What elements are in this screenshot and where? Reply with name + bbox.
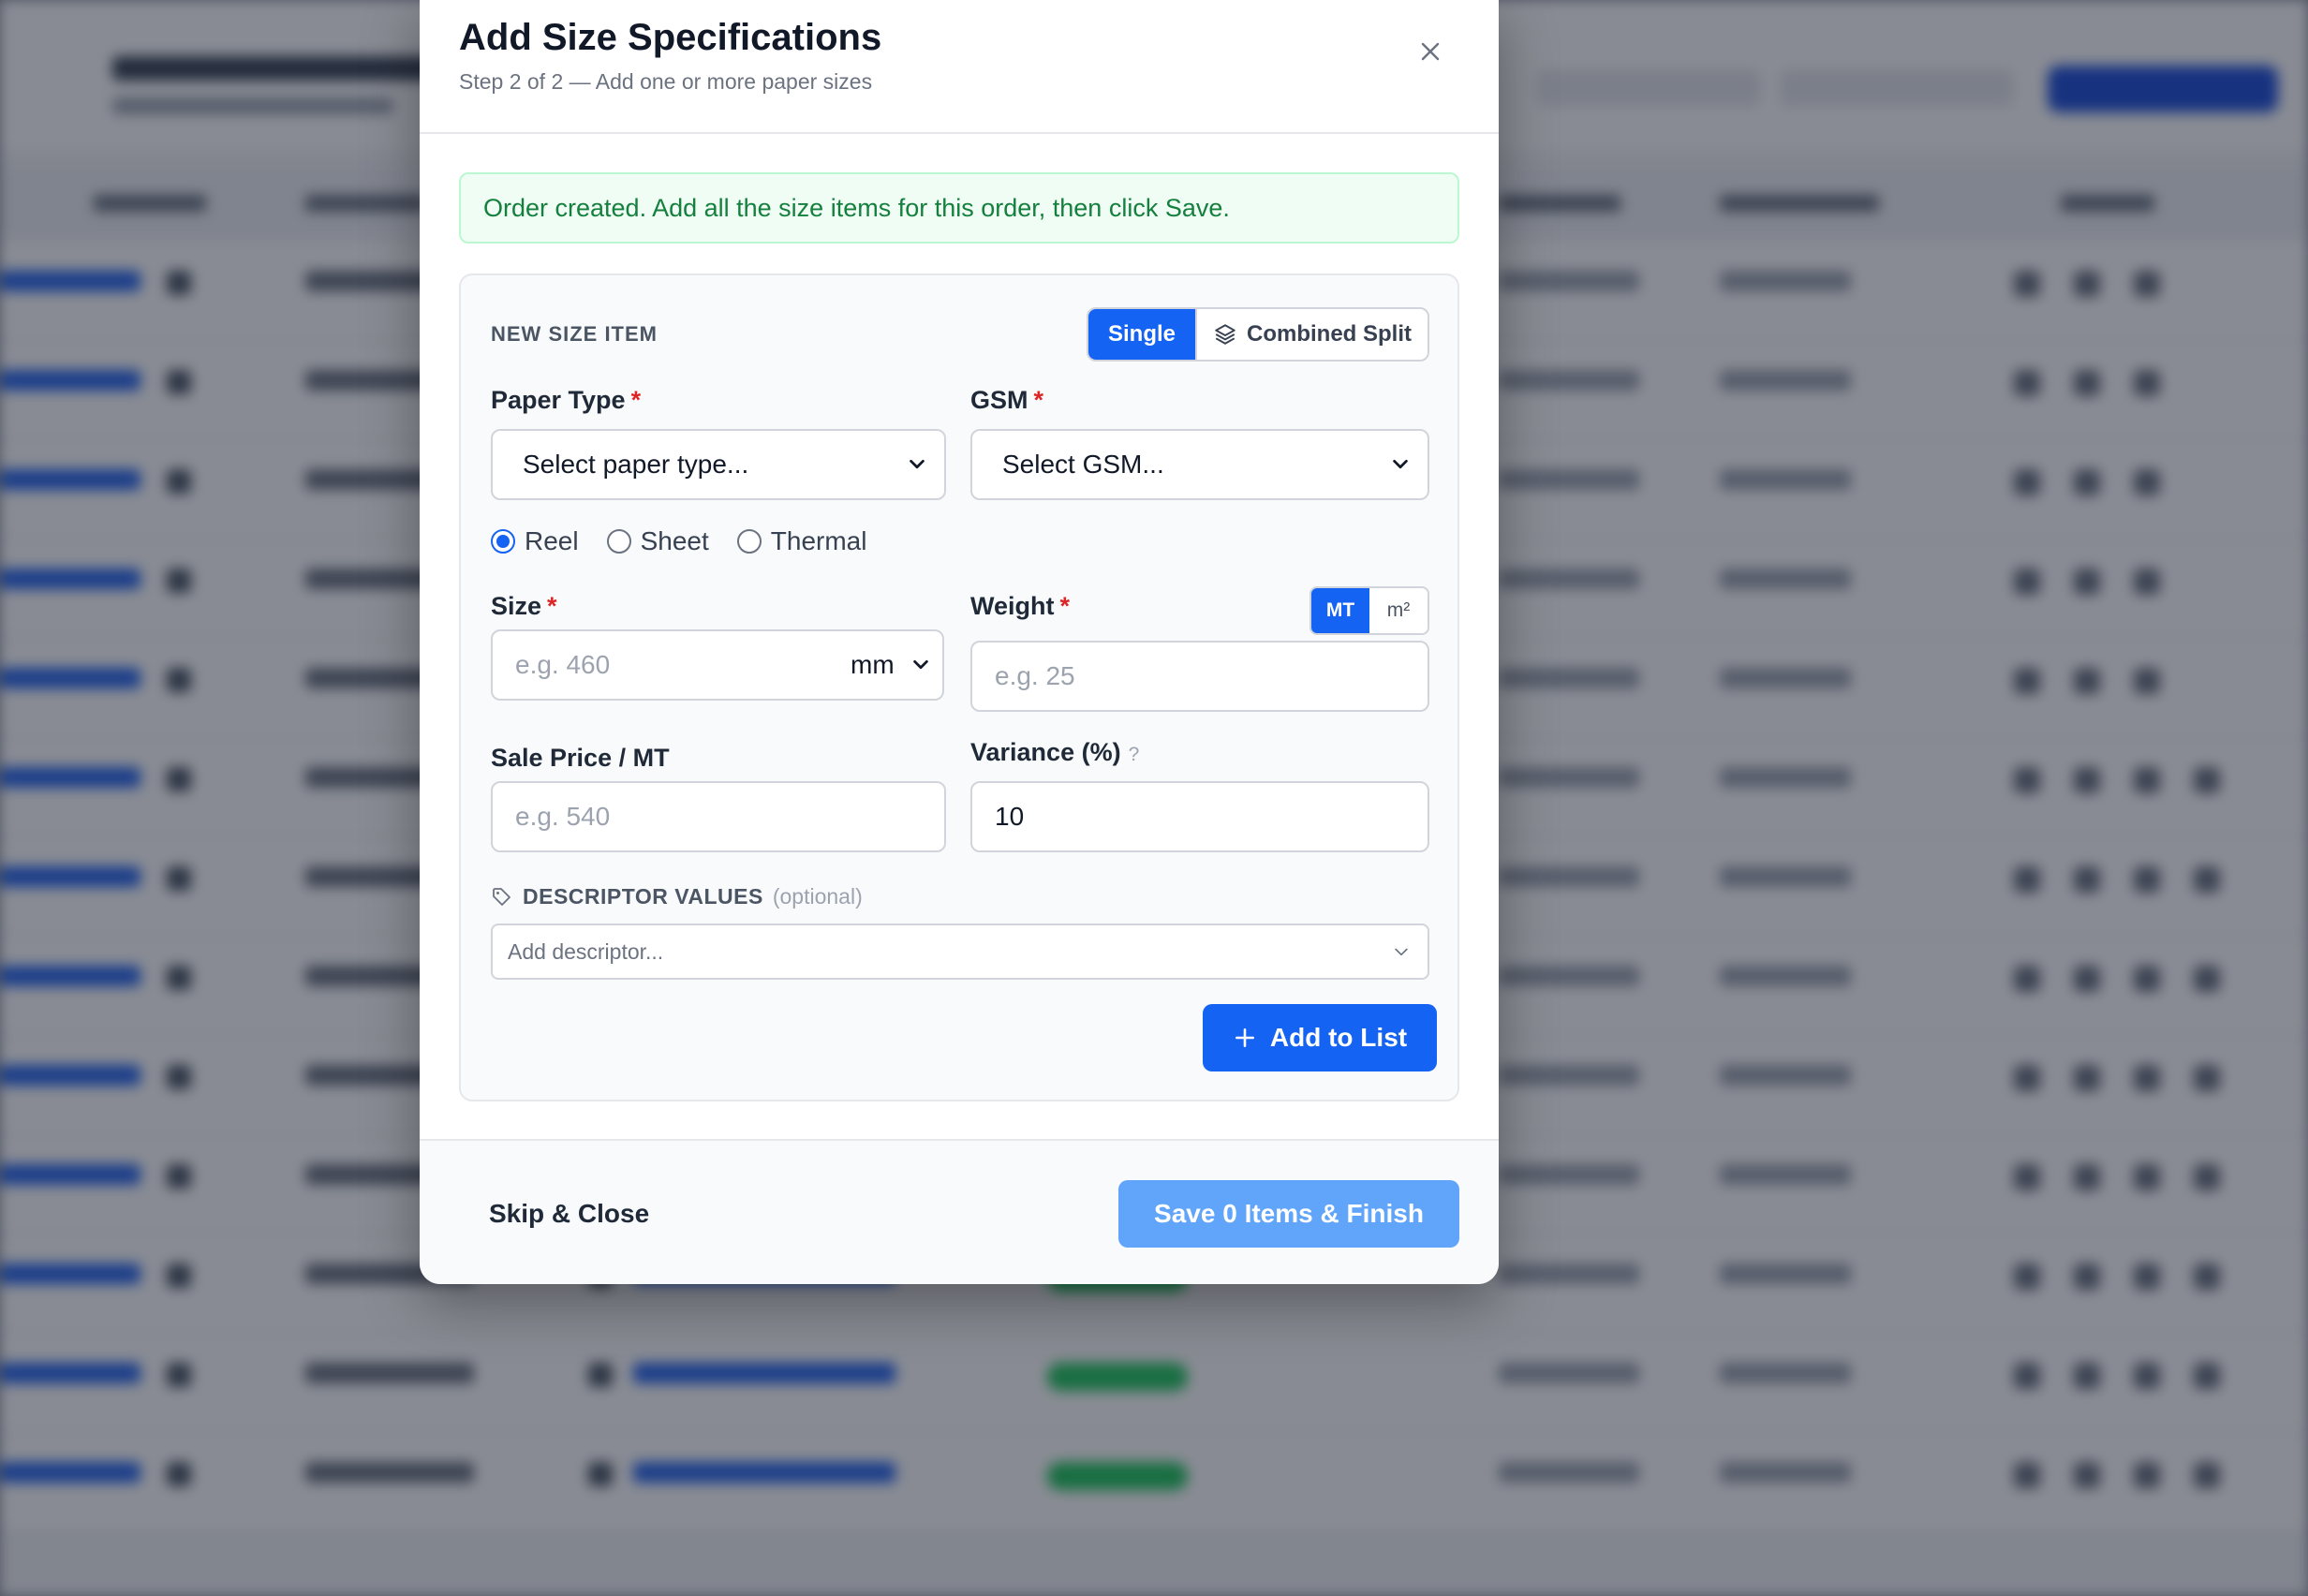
size-unit-value: mm (851, 650, 895, 679)
size-input-placeholder: e.g. 460 (515, 650, 611, 679)
gsm-select[interactable]: Select GSM... (970, 429, 1429, 500)
chevron-down-icon (913, 659, 928, 670)
dialog-title: Add Size Specifications (459, 17, 882, 58)
radio-thermal[interactable]: Thermal (736, 526, 867, 556)
size-label: Size * (491, 592, 557, 621)
paper-type-select-value: Select paper type... (523, 450, 749, 479)
chevron-down-icon (910, 459, 925, 469)
gsm-label-text: GSM (970, 386, 1028, 414)
variance-input[interactable]: 10 (970, 781, 1429, 852)
save-finish-button[interactable]: Save 0 Items & Finish (1118, 1180, 1459, 1248)
new-size-item-card: NEW SIZE ITEM Single Combined Split Pape… (459, 273, 1459, 1101)
plus-icon (1235, 1028, 1254, 1047)
size-label-text: Size (491, 592, 542, 620)
dialog-subtitle: Step 2 of 2 — Add one or more paper size… (459, 69, 873, 94)
weight-input[interactable]: e.g. 25 (970, 641, 1429, 712)
variance-label-text: Variance (%) (970, 738, 1121, 766)
required-marker: * (1059, 592, 1071, 620)
tag-icon (493, 887, 510, 906)
mode-combined-split-button[interactable]: Combined Split (1195, 309, 1428, 360)
descriptor-optional-text: (optional) (772, 884, 863, 909)
dialog-header: Add Size Specifications Step 2 of 2 — Ad… (420, 0, 1499, 134)
radio-reel-label: Reel (525, 526, 579, 555)
help-icon[interactable]: ? (1129, 744, 1140, 765)
weight-label: Weight * (970, 592, 1070, 621)
success-alert: Order created. Add all the size items fo… (459, 172, 1459, 244)
sale-price-input[interactable]: e.g. 540 (491, 781, 946, 852)
add-size-specifications-dialog: Add Size Specifications Step 2 of 2 — Ad… (420, 0, 1499, 1284)
close-icon (1421, 42, 1440, 61)
radio-thermal-label: Thermal (770, 526, 867, 555)
gsm-label: GSM * (970, 386, 1043, 415)
sale-price-label: Sale Price / MT (491, 744, 670, 772)
dialog-footer: Skip & Close Save 0 Items & Finish (420, 1139, 1499, 1284)
size-input[interactable]: e.g. 460 (491, 629, 830, 701)
descriptor-label-text: DESCRIPTOR VALUES (523, 884, 763, 909)
variance-input-value: 10 (995, 802, 1025, 831)
descriptor-placeholder: Add descriptor... (508, 938, 664, 964)
section-label: NEW SIZE ITEM (491, 322, 658, 346)
required-marker: * (1033, 386, 1044, 414)
radio-reel[interactable]: Reel (491, 526, 579, 556)
size-unit-select[interactable]: mm (828, 629, 944, 701)
radio-sheet[interactable]: Sheet (606, 526, 709, 556)
mode-combined-label: Combined Split (1247, 321, 1412, 347)
skip-close-button[interactable]: Skip & Close (489, 1199, 649, 1229)
radio-sheet-label: Sheet (640, 526, 709, 555)
paper-type-label-text: Paper Type (491, 386, 626, 414)
weight-unit-mt-button[interactable]: MT (1311, 588, 1369, 633)
descriptor-select[interactable]: Add descriptor... (491, 924, 1429, 980)
descriptor-values-label: DESCRIPTOR VALUES (optional) (491, 884, 863, 909)
weight-label-text: Weight (970, 592, 1055, 620)
weight-unit-toggle: MT m² (1309, 586, 1429, 635)
paper-form-radio-group: Reel Sheet Thermal (491, 526, 866, 556)
required-marker: * (547, 592, 557, 620)
mode-single-button[interactable]: Single (1088, 309, 1195, 360)
add-to-list-button[interactable]: Add to List (1203, 1004, 1437, 1071)
radio-sheet-indicator (606, 529, 631, 554)
paper-type-select[interactable]: Select paper type... (491, 429, 946, 500)
variance-label: Variance (%)? (970, 738, 1139, 767)
layers-icon (1215, 324, 1235, 345)
weight-input-placeholder: e.g. 25 (995, 661, 1075, 690)
sale-price-placeholder: e.g. 540 (515, 802, 611, 831)
gsm-select-value: Select GSM... (1002, 450, 1164, 479)
chevron-down-icon (1395, 948, 1408, 956)
add-to-list-label: Add to List (1269, 1023, 1408, 1052)
radio-thermal-indicator (736, 529, 762, 554)
mode-toggle: Single Combined Split (1087, 307, 1429, 362)
radio-reel-indicator (491, 529, 515, 554)
chevron-down-icon (1393, 459, 1408, 469)
paper-type-label: Paper Type * (491, 386, 641, 415)
weight-unit-m2-button[interactable]: m² (1369, 588, 1428, 633)
close-button[interactable] (1413, 34, 1448, 69)
required-marker: * (630, 386, 642, 414)
